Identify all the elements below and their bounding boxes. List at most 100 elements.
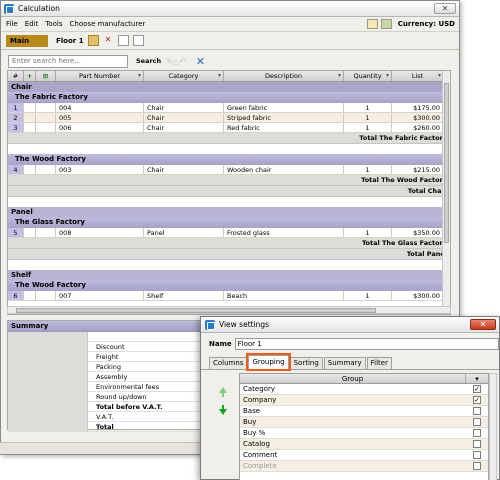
col-description[interactable]: Description ▾: [224, 71, 344, 81]
group-checkbox[interactable]: [473, 407, 481, 415]
dialog-scrollbar[interactable]: [489, 373, 497, 480]
category-cell[interactable]: Panel: [144, 228, 224, 237]
part-number-cell[interactable]: 006: [56, 123, 144, 132]
company-header[interactable]: The Wood Factory: [8, 154, 450, 165]
grid-horizontal-scrollbar[interactable]: [7, 306, 451, 314]
list-cell[interactable]: $300.00: [392, 291, 444, 300]
tab-sorting[interactable]: Sorting: [289, 357, 323, 369]
group-column-header[interactable]: Group: [240, 374, 466, 383]
category-cell[interactable]: Chair: [144, 113, 224, 122]
expand-all-icon[interactable]: +: [24, 71, 36, 81]
category-header[interactable]: Panel: [8, 207, 450, 217]
group-checkbox[interactable]: [473, 429, 481, 437]
scroll-thumb[interactable]: [16, 308, 376, 313]
menu-choose-manufacturer[interactable]: Choose manufacturer: [70, 20, 146, 28]
category-header[interactable]: Shelf: [8, 270, 450, 280]
list-item[interactable]: Buy %: [240, 428, 488, 439]
scroll-thumb[interactable]: [444, 83, 449, 243]
category-cell[interactable]: Shelf: [144, 291, 224, 300]
list-cell[interactable]: $350.00: [392, 228, 444, 237]
tab-main[interactable]: Main: [6, 34, 48, 47]
folder-icon[interactable]: [87, 35, 99, 46]
part-number-cell[interactable]: 005: [56, 113, 144, 122]
list-item[interactable]: Category ✓: [240, 384, 488, 395]
menu-tools[interactable]: Tools: [45, 20, 62, 28]
company-header[interactable]: The Fabric Factory: [8, 92, 450, 103]
description-cell[interactable]: Red fabric: [224, 123, 344, 132]
collapse-icon[interactable]: ⊞: [36, 71, 56, 81]
col-hash[interactable]: #: [8, 71, 24, 81]
category-cell[interactable]: Chair: [144, 165, 224, 174]
table-row[interactable]: 5 008 Panel Frosted glass 1 $350.00: [8, 228, 450, 238]
list-cell[interactable]: $300.00: [392, 113, 444, 122]
company-header[interactable]: The Glass Factory: [8, 217, 450, 228]
list-item[interactable]: Catalog: [240, 439, 488, 450]
tab-floor-1[interactable]: Floor 1: [56, 37, 84, 45]
search-input[interactable]: [8, 54, 128, 68]
close-window-button[interactable]: ✕: [434, 3, 456, 14]
list-item[interactable]: Buy: [240, 417, 488, 428]
col-list[interactable]: List ▾: [392, 71, 444, 81]
group-checkbox[interactable]: [473, 451, 481, 459]
table-row[interactable]: 4 003 Chair Wooden chair 1 $215.00: [8, 165, 450, 175]
copy-page-icon[interactable]: [132, 35, 144, 46]
description-cell[interactable]: Beach: [224, 291, 344, 300]
currency-icon[interactable]: [380, 19, 392, 29]
grid-vertical-scrollbar[interactable]: [442, 71, 450, 314]
description-cell[interactable]: Green fabric: [224, 103, 344, 112]
tab-grouping[interactable]: Grouping: [246, 353, 291, 371]
part-number-cell[interactable]: 004: [56, 103, 144, 112]
list-item[interactable]: Complete: [240, 461, 488, 472]
clear-search-icon[interactable]: ✕: [196, 55, 205, 68]
list-item[interactable]: Company ✓: [240, 395, 488, 406]
description-cell[interactable]: Frosted glass: [224, 228, 344, 237]
quantity-cell[interactable]: 1: [344, 103, 392, 112]
list-cell[interactable]: $215.00: [392, 165, 444, 174]
list-cell[interactable]: $260.00: [392, 123, 444, 132]
part-number-cell[interactable]: 007: [56, 291, 144, 300]
group-checkbox[interactable]: [473, 418, 481, 426]
quantity-cell[interactable]: 1: [344, 228, 392, 237]
description-cell[interactable]: Striped fabric: [224, 113, 344, 122]
table-row[interactable]: 6 007 Shelf Beach 1 $300.00: [8, 291, 450, 301]
category-header[interactable]: Chair: [8, 82, 450, 92]
move-up-icon[interactable]: [219, 387, 227, 397]
list-cell[interactable]: $175.00: [392, 103, 444, 112]
delete-icon[interactable]: ✕: [103, 35, 114, 46]
list-item[interactable]: Comment: [240, 450, 488, 461]
filter-icon[interactable]: ✎△↶: [166, 57, 186, 66]
new-page-icon[interactable]: [117, 35, 129, 46]
table-row[interactable]: 1 004 Chair Green fabric 1 $175.00: [8, 103, 450, 113]
table-row[interactable]: 3 006 Chair Red fabric 1 $260.00: [8, 123, 450, 133]
tab-summary[interactable]: Summary: [323, 357, 366, 369]
quantity-cell[interactable]: 1: [344, 165, 392, 174]
quantity-cell[interactable]: 1: [344, 291, 392, 300]
close-dialog-button[interactable]: ✕: [470, 319, 496, 330]
category-cell[interactable]: Chair: [144, 123, 224, 132]
quantity-cell[interactable]: 1: [344, 123, 392, 132]
category-cell[interactable]: Chair: [144, 103, 224, 112]
part-number-cell[interactable]: 003: [56, 165, 144, 174]
description-cell[interactable]: Wooden chair: [224, 165, 344, 174]
part-number-cell[interactable]: 008: [56, 228, 144, 237]
menu-file[interactable]: File: [6, 20, 18, 28]
group-checkbox[interactable]: [473, 462, 481, 470]
move-down-icon[interactable]: [219, 405, 227, 415]
search-button[interactable]: Search: [136, 57, 161, 65]
col-category[interactable]: Category ▾: [144, 71, 224, 81]
tab-filter[interactable]: Filter: [366, 357, 392, 369]
list-item[interactable]: Base: [240, 406, 488, 417]
col-quantity[interactable]: Quantity ▾: [344, 71, 392, 81]
group-checkbox[interactable]: ✓: [473, 385, 481, 393]
settings-icon[interactable]: [366, 19, 378, 29]
group-checkbox[interactable]: [473, 440, 481, 448]
menu-edit[interactable]: Edit: [25, 20, 39, 28]
col-part-number[interactable]: Part Number ▾: [56, 71, 144, 81]
company-header[interactable]: The Wood Factory: [8, 280, 450, 291]
group-checkbox[interactable]: ✓: [473, 396, 481, 404]
check-column-header[interactable]: ▾: [466, 374, 488, 383]
table-row[interactable]: 2 005 Chair Striped fabric 1 $300.00: [8, 113, 450, 123]
quantity-cell[interactable]: 1: [344, 113, 392, 122]
tab-columns[interactable]: Columns: [209, 357, 248, 369]
name-input[interactable]: [234, 338, 499, 350]
